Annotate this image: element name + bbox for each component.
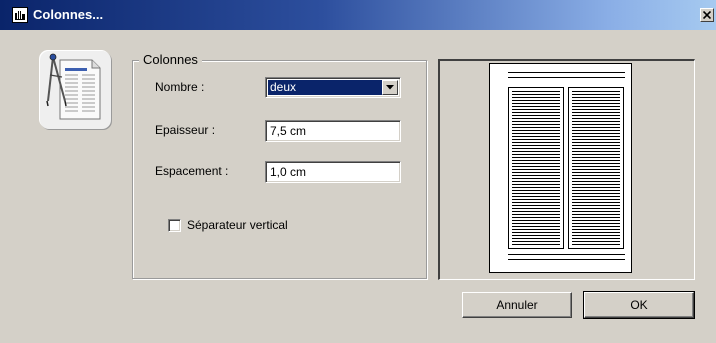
ok-button[interactable]: OK — [583, 291, 695, 319]
nombre-select[interactable]: deux — [265, 77, 401, 98]
header-rule — [508, 72, 625, 78]
app-window-icon[interactable] — [12, 7, 28, 23]
separator-checkbox[interactable] — [168, 219, 181, 232]
window-title: Colonnes... — [33, 7, 104, 22]
document-compass-icon — [40, 51, 111, 129]
title-bar[interactable]: Colonnes... — [0, 0, 716, 30]
close-button[interactable] — [700, 8, 714, 22]
espacement-field-frame — [265, 161, 401, 183]
espacement-field[interactable] — [268, 164, 400, 180]
chevron-down-icon — [386, 85, 394, 90]
page-preview — [489, 63, 632, 273]
epaisseur-field-frame — [265, 120, 401, 142]
preview-column-left — [508, 87, 564, 249]
nombre-selected-value: deux — [268, 80, 382, 95]
footer-rule — [508, 254, 625, 260]
columns-group-label: Colonnes — [139, 52, 202, 67]
columns-dialog: Colonnes... Colonnes Nombre: deux Epais… — [0, 0, 716, 343]
preview-column-right — [568, 87, 624, 249]
cancel-button[interactable]: Annuler — [462, 292, 572, 318]
epaisseur-field[interactable] — [268, 123, 400, 139]
dropdown-button[interactable] — [382, 80, 398, 95]
close-icon — [703, 11, 711, 19]
separator-label[interactable]: Séparateur vertical — [187, 218, 288, 232]
epaisseur-label: Epaisseur : — [155, 123, 216, 137]
espacement-label: Espacement : — [155, 164, 229, 178]
nombre-label: Nombre : — [155, 80, 205, 94]
